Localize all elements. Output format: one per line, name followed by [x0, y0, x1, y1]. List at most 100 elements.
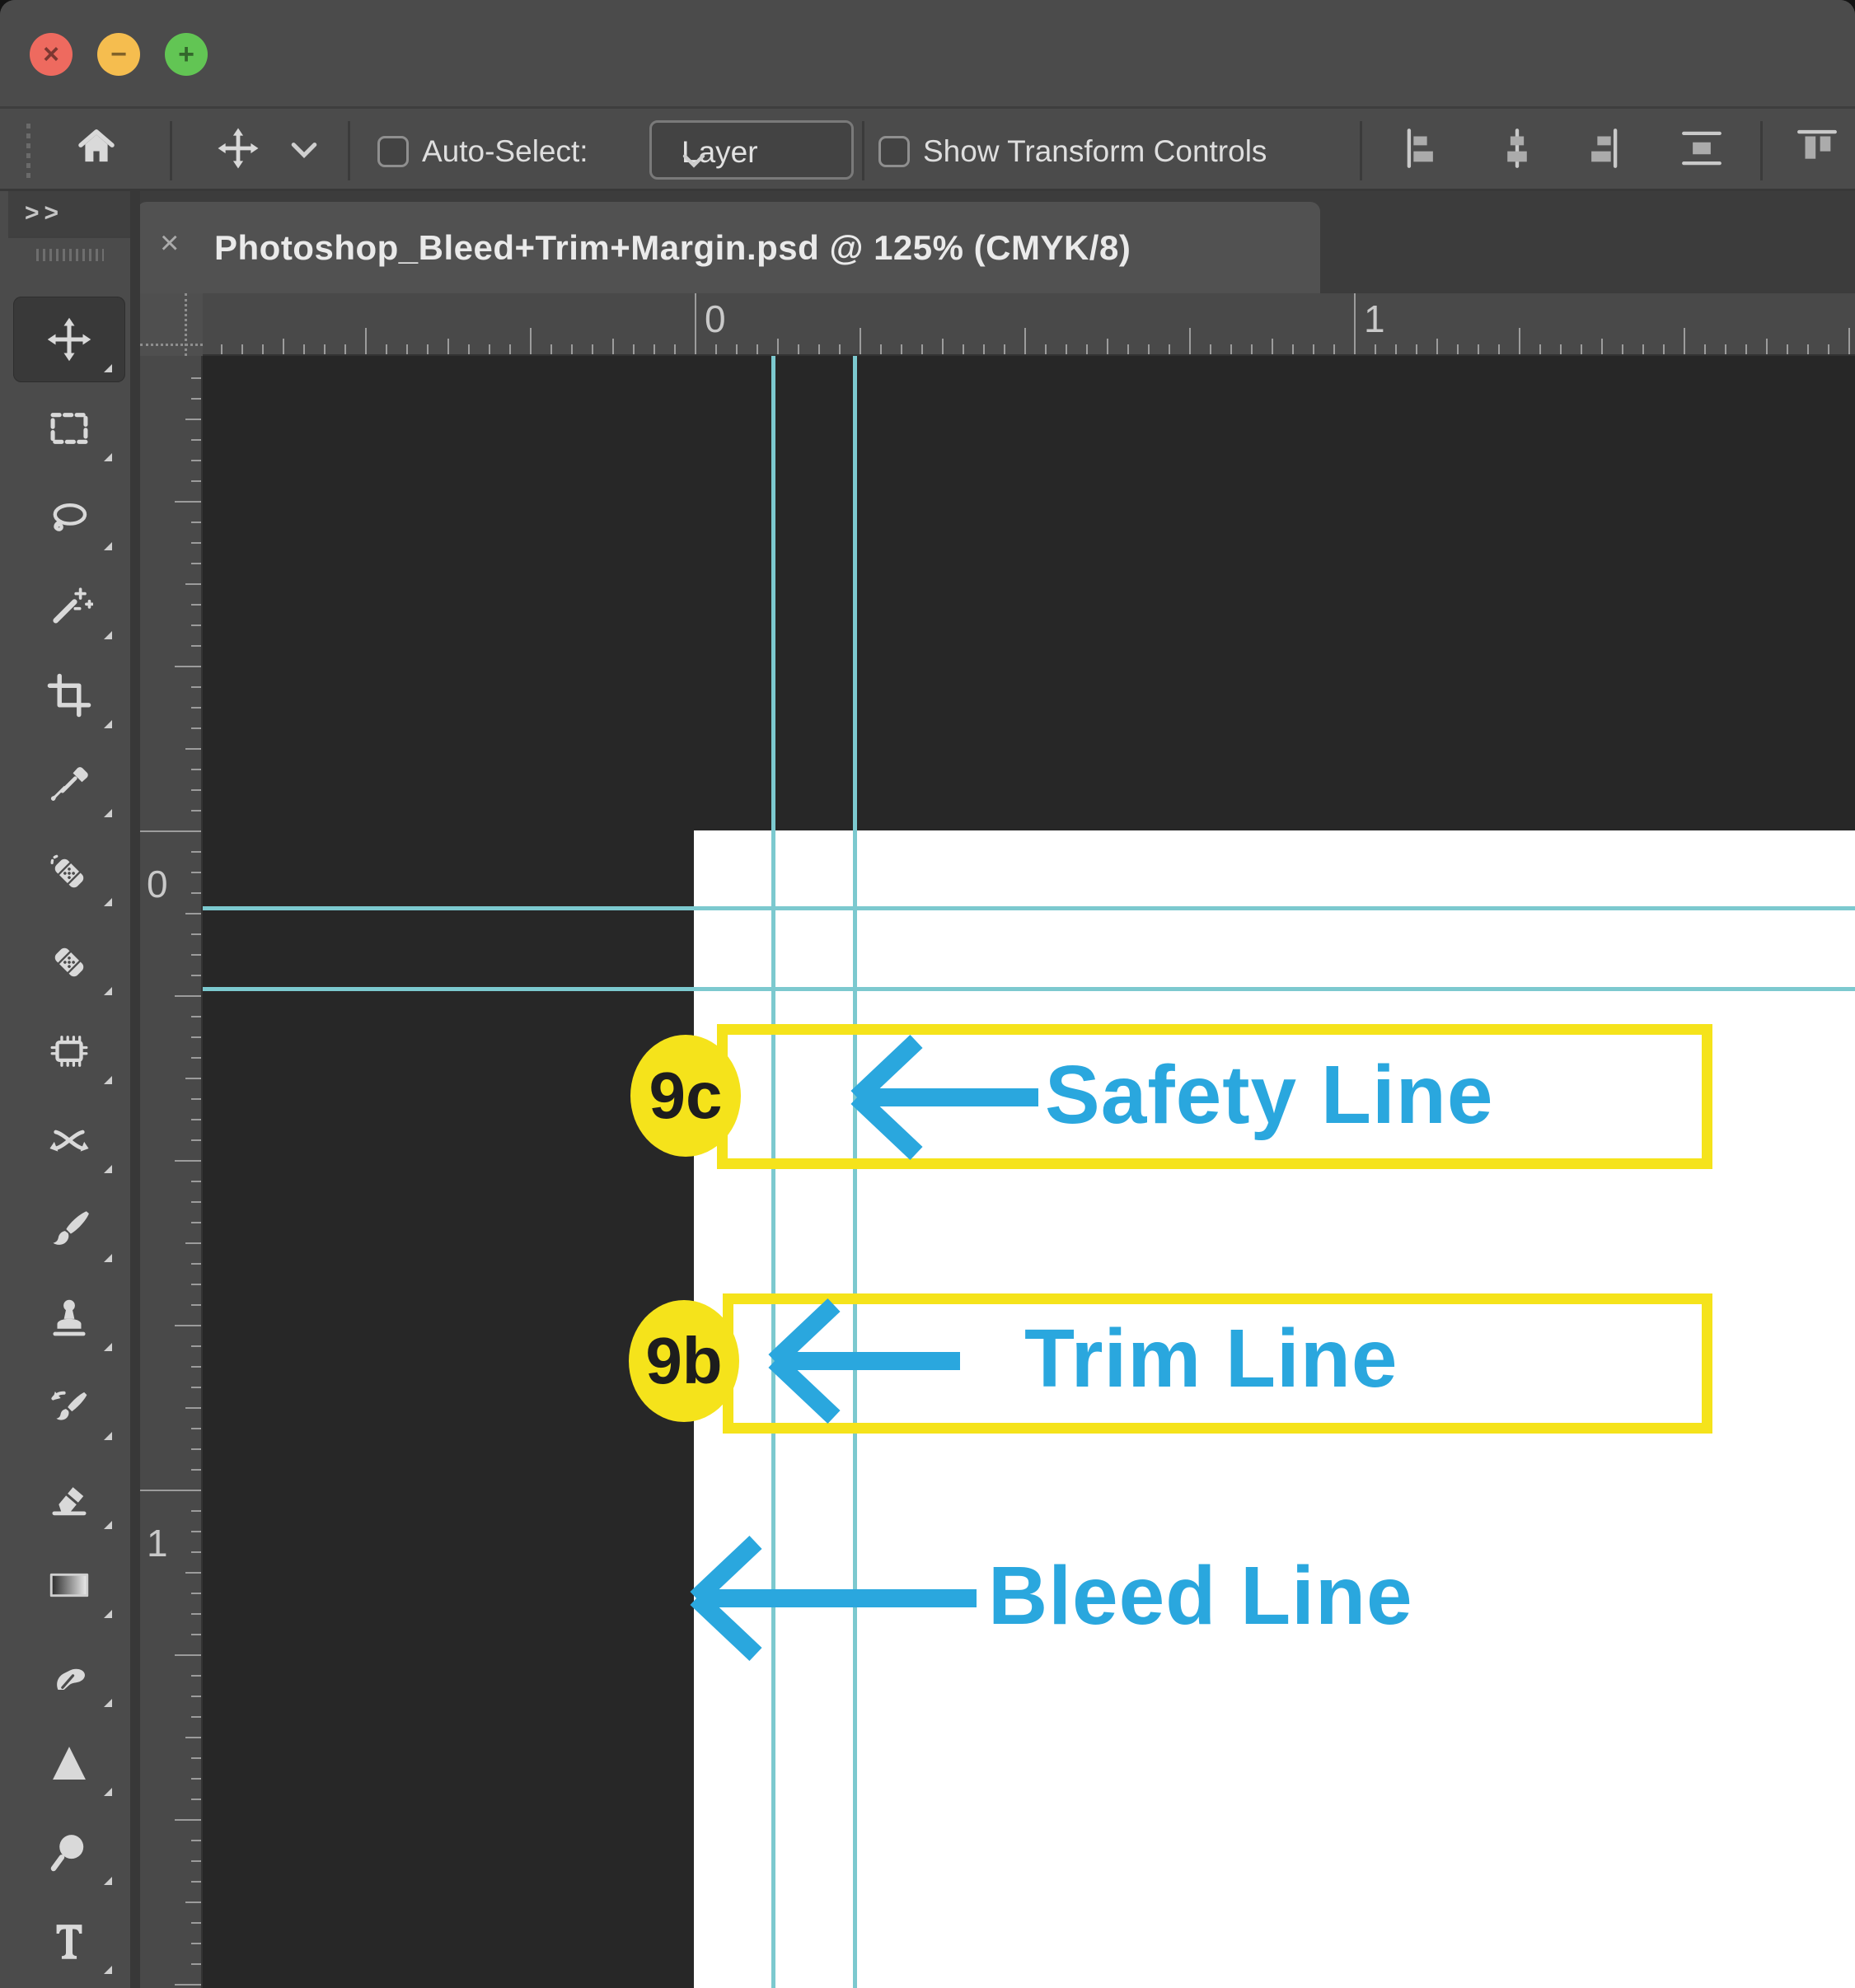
tool-flyout-arrow-icon [104, 720, 112, 728]
align-right-edges-icon[interactable] [1576, 124, 1624, 176]
align-top-edges-icon[interactable] [1793, 124, 1841, 176]
tool-dodge[interactable] [13, 1809, 125, 1895]
ruler-tick [191, 872, 201, 873]
ruler-tick [191, 1119, 201, 1120]
chevron-down-icon [682, 143, 835, 177]
collapse-panel-button[interactable]: >> [25, 199, 63, 227]
tool-stamp[interactable] [13, 1275, 125, 1361]
ruler-tick [1848, 328, 1850, 354]
minimize-glyph: − [110, 39, 127, 70]
panel-seam [130, 191, 140, 1988]
ruler-tick [191, 933, 201, 935]
ruler-tick [1601, 339, 1603, 354]
tool-brush[interactable] [13, 1186, 125, 1272]
ruler-tick [571, 344, 573, 354]
tool-spot-heal[interactable] [13, 830, 125, 916]
show-transform-checkbox[interactable] [878, 136, 910, 167]
ruler-tick [1210, 344, 1211, 354]
close-window-button[interactable]: × [30, 33, 73, 76]
align-vertical-centers-icon[interactable] [1678, 124, 1726, 176]
ruler-tick [191, 1448, 201, 1450]
ruler-tick [942, 339, 944, 354]
tool-crop[interactable] [13, 653, 125, 738]
ruler-tick [447, 339, 449, 354]
ruler-origin-corner[interactable] [140, 293, 203, 356]
canvas-area[interactable]: Safety Line 9c Trim Line 9b Bleed Line [203, 356, 1855, 1988]
minimize-window-button[interactable]: − [97, 33, 140, 76]
ruler-tick [191, 1139, 201, 1141]
tool-type[interactable] [13, 1898, 125, 1984]
tool-flyout-arrow-icon [104, 1076, 112, 1084]
auto-select-checkbox[interactable] [377, 136, 409, 167]
ruler-tick [191, 1387, 201, 1388]
ruler-tick [1498, 344, 1500, 354]
tool-ca-move[interactable] [13, 1097, 125, 1183]
layer-select-dropdown[interactable]: Layer [649, 120, 854, 180]
ruler-tick [324, 344, 326, 354]
tool-eyedropper[interactable] [13, 741, 125, 827]
tool-gradient[interactable] [13, 1542, 125, 1628]
document-tab-title: Photoshop_Bleed+Trim+Margin.psd @ 125% (… [214, 228, 1131, 267]
separator [170, 121, 172, 180]
ruler-tick [185, 1901, 201, 1903]
ruler-tick [191, 1284, 201, 1285]
move-tool-icon[interactable] [216, 126, 260, 175]
tool-sharpen[interactable] [13, 1720, 125, 1806]
tool-move[interactable] [13, 297, 125, 382]
align-left-edges-icon[interactable] [1400, 124, 1448, 176]
chevron-down-icon[interactable] [290, 139, 318, 165]
ruler-tick [191, 480, 201, 482]
show-transform-label: Show Transform Controls [923, 134, 1267, 168]
ruler-tick [777, 339, 779, 354]
ruler-tick [489, 344, 490, 354]
tool-patch[interactable] [13, 1008, 125, 1094]
tool-heal[interactable] [13, 919, 125, 1005]
tools-panel-grip[interactable] [36, 249, 104, 261]
ruler-tick [1169, 344, 1170, 354]
ruler-tick [191, 810, 201, 812]
tool-eraser[interactable] [13, 1453, 125, 1539]
ruler-tick [880, 344, 882, 354]
ruler-tick [344, 344, 346, 354]
tool-wand[interactable] [13, 564, 125, 649]
close-tab-icon[interactable]: × [160, 227, 179, 260]
vertical-ruler[interactable]: 01 [140, 356, 203, 1988]
ruler-tick [191, 1551, 201, 1553]
tool-flyout-arrow-icon [104, 1254, 112, 1262]
ruler-tick [191, 1634, 201, 1635]
ruler-tick [191, 686, 201, 688]
ruler-tick [1086, 344, 1088, 354]
ruler-tick [1560, 344, 1562, 354]
horizontal-ruler[interactable]: 01 [203, 293, 1855, 356]
home-icon[interactable] [73, 123, 120, 175]
ruler-tick [191, 1057, 201, 1059]
align-horizontal-centers-icon[interactable] [1493, 124, 1541, 176]
ruler-tick [1313, 344, 1314, 354]
ruler-tick [185, 1737, 201, 1738]
vertical-guide[interactable] [771, 356, 775, 1988]
ruler-tick [1704, 344, 1706, 354]
ruler-tick [191, 398, 201, 400]
trim-label: Trim Line [1024, 1312, 1398, 1406]
ruler-tick [1581, 344, 1582, 354]
ruler-tick [191, 1181, 201, 1182]
tool-flyout-arrow-icon [104, 1165, 112, 1173]
tool-smudge[interactable] [13, 1631, 125, 1717]
separator [1360, 121, 1362, 180]
tool-marquee[interactable] [13, 386, 125, 471]
ruler-tick [1333, 344, 1335, 354]
ruler-tick [1004, 344, 1005, 354]
tool-history[interactable] [13, 1364, 125, 1450]
document-tab[interactable]: × Photoshop_Bleed+Trim+Margin.psd @ 125%… [137, 202, 1320, 293]
ruler-tick [185, 1572, 201, 1574]
tool-lasso[interactable] [13, 475, 125, 560]
horizontal-guide[interactable] [203, 987, 1855, 991]
ruler-tick [1024, 328, 1026, 354]
ruler-tick [1189, 328, 1191, 354]
ruler-tick [191, 1304, 201, 1306]
ruler-tick [191, 1881, 201, 1883]
ruler-tick [1354, 293, 1356, 354]
zoom-window-button[interactable]: + [165, 33, 208, 76]
horizontal-guide[interactable] [203, 906, 1855, 910]
separator [1760, 121, 1763, 180]
